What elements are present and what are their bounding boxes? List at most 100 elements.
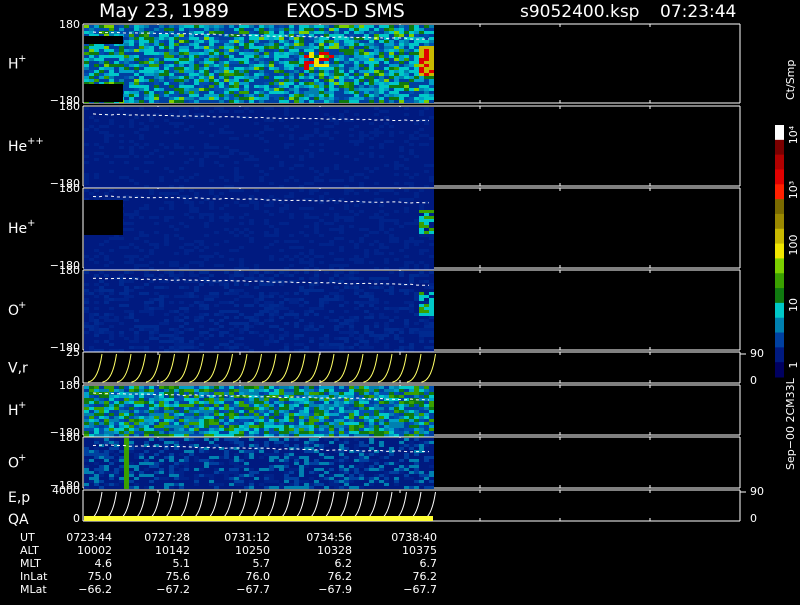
spectrogram-cell — [304, 119, 309, 122]
spectrogram-cell — [329, 91, 334, 94]
spectrogram-cell — [219, 207, 224, 210]
spectrogram-cell — [194, 85, 199, 88]
spectrogram-cell — [119, 125, 124, 128]
spectrogram-cell — [139, 192, 144, 195]
spectrogram-cell — [144, 143, 149, 146]
spectrogram-cell — [214, 122, 219, 125]
spectrogram-cell — [219, 189, 224, 192]
spectrogram-cell — [379, 91, 384, 94]
spectrogram-cell — [229, 131, 234, 134]
spectrogram-cell — [139, 237, 144, 240]
spectrogram-cell — [329, 31, 334, 34]
spectrogram-cell — [104, 79, 109, 82]
spectrogram-cell — [394, 113, 399, 116]
spectrogram-cell — [414, 76, 419, 79]
spectrogram-cell — [224, 189, 229, 192]
spectrogram-cell — [304, 182, 309, 185]
spectrogram-cell — [234, 73, 239, 76]
spectrogram-cell — [394, 152, 399, 155]
spectrogram-cell — [234, 237, 239, 240]
spectrogram-cell — [324, 131, 329, 134]
spectrogram-cell — [239, 28, 244, 31]
spectrogram-cell — [169, 243, 174, 246]
spectrogram-cell — [319, 73, 324, 76]
spectrogram-cell — [229, 140, 234, 143]
spectrogram-cell — [299, 107, 304, 110]
spectrogram-cell — [149, 119, 154, 122]
spectrogram-cell — [254, 207, 259, 210]
spectrogram-cell — [414, 134, 419, 137]
spectrogram-cell — [94, 167, 99, 170]
spectrogram-cell — [344, 155, 349, 158]
spectrogram-cell — [189, 61, 194, 64]
spectrogram-cell — [194, 97, 199, 100]
spectrogram-cell — [304, 25, 309, 28]
spectrogram-cell — [189, 67, 194, 70]
spectrogram-cell — [244, 164, 249, 167]
spectrogram-cell — [299, 67, 304, 70]
spectrogram-cell — [344, 25, 349, 28]
spectrogram-cell — [254, 31, 259, 34]
spectrogram-cell — [414, 152, 419, 155]
spectrogram-cell — [119, 119, 124, 122]
spectrogram-cell — [339, 52, 344, 55]
spectrogram-cell — [409, 52, 414, 55]
spectrogram-cell — [239, 164, 244, 167]
spectrogram-cell — [169, 231, 174, 234]
spectrogram-cell — [229, 231, 234, 234]
spectrogram-cell — [274, 140, 279, 143]
spectrogram-cell — [249, 134, 254, 137]
spectrogram-cell — [189, 143, 194, 146]
spectrogram-cell — [184, 76, 189, 79]
spectrogram-cell — [84, 128, 89, 131]
spectrogram-cell — [224, 31, 229, 34]
spectrogram-cell — [189, 258, 194, 261]
spectrogram-cell — [134, 125, 139, 128]
spectrogram-cell — [229, 225, 234, 228]
spectrogram-cell — [374, 125, 379, 128]
spectrogram-cell — [249, 43, 254, 46]
spectrogram-cell — [334, 149, 339, 152]
spectrogram-cell — [154, 70, 159, 73]
spectrogram-cell — [259, 134, 264, 137]
spectrogram-cell — [199, 222, 204, 225]
spectrogram-cell — [184, 64, 189, 67]
spectrogram-cell — [179, 204, 184, 207]
spectrogram-cell — [134, 198, 139, 201]
spectrogram-cell — [274, 155, 279, 158]
spectrogram-cell — [299, 192, 304, 195]
spectrogram-cell — [244, 146, 249, 149]
spectrogram-cell — [239, 234, 244, 237]
spectrogram-cell — [244, 76, 249, 79]
spectrogram-cell — [324, 52, 329, 55]
spectrogram-cell — [409, 110, 414, 113]
spectrogram-cell — [239, 131, 244, 134]
spectrogram-cell — [124, 207, 129, 210]
spectrogram-cell — [84, 119, 89, 122]
spectrogram-cell — [344, 176, 349, 179]
spectrogram-cell — [279, 40, 284, 43]
spectrogram-cell — [104, 237, 109, 240]
spectrogram-cell — [319, 173, 324, 176]
spectrogram-cell — [354, 91, 359, 94]
spectrogram-cell — [219, 167, 224, 170]
spectrogram-cell — [164, 125, 169, 128]
spectrogram-cell — [254, 79, 259, 82]
spectrogram-cell — [254, 49, 259, 52]
spectrogram-cell — [99, 173, 104, 176]
spectrogram-cell — [149, 85, 154, 88]
spectrogram-cell — [334, 125, 339, 128]
spectrogram-cell — [184, 176, 189, 179]
spectrogram-cell — [174, 170, 179, 173]
spectrogram-cell — [269, 52, 274, 55]
spectrogram-cell — [414, 167, 419, 170]
spectrogram-cell — [214, 179, 219, 182]
spectrogram-cell — [124, 173, 129, 176]
spectrogram-cell — [239, 152, 244, 155]
spectrogram-cell — [209, 97, 214, 100]
spectrogram-cell — [269, 146, 274, 149]
spectrogram-cell — [219, 222, 224, 225]
spectrogram-cell — [289, 43, 294, 46]
spectrogram-cell — [109, 155, 114, 158]
spectrogram-cell — [129, 246, 134, 249]
